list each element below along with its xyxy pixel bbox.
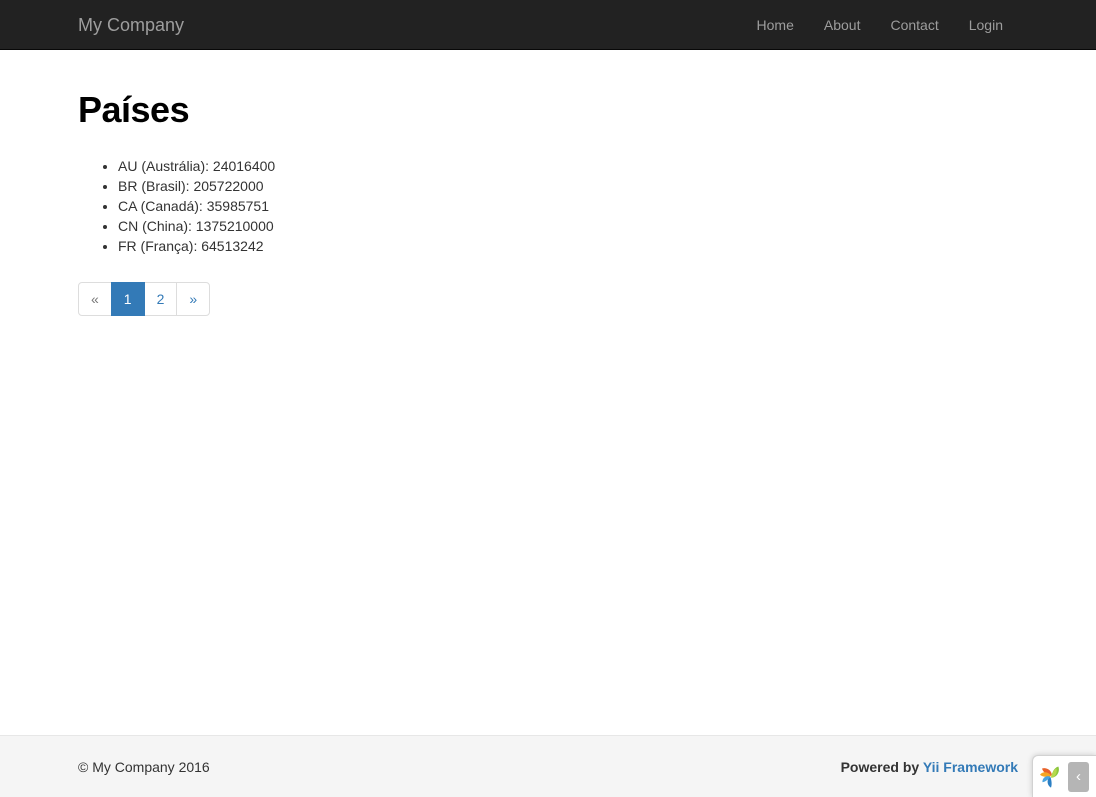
debug-toolbar-toggle-button[interactable]: ‹	[1068, 762, 1089, 792]
pagination-page-1[interactable]: 1	[111, 282, 145, 316]
footer-powered-by: Powered by Yii Framework	[841, 757, 1018, 777]
country-list: AU (Austrália): 24016400 BR (Brasil): 20…	[78, 156, 1018, 256]
pagination-prev[interactable]: «	[78, 282, 112, 316]
yii-leaf-logo-icon[interactable]	[1038, 764, 1064, 790]
list-item: CN (China): 1375210000	[118, 216, 1018, 236]
navbar-nav-list: Home About Contact Login	[742, 0, 1018, 49]
top-navbar: My Company Home About Contact Login	[0, 0, 1096, 50]
pagination: « 1 2 »	[78, 282, 210, 316]
nav-link-home[interactable]: Home	[742, 0, 809, 50]
list-item: FR (França): 64513242	[118, 236, 1018, 256]
list-item: BR (Brasil): 205722000	[118, 176, 1018, 196]
yii-framework-link[interactable]: Yii Framework	[923, 759, 1018, 775]
page-footer: © My Company 2016 Powered by Yii Framewo…	[0, 735, 1096, 797]
navbar-brand-my-company[interactable]: My Company	[78, 0, 184, 50]
nav-link-login[interactable]: Login	[954, 0, 1018, 50]
nav-item-contact: Contact	[875, 0, 953, 49]
nav-item-home: Home	[742, 0, 809, 49]
pagination-item-1: 1	[112, 282, 145, 316]
footer-copyright: © My Company 2016	[78, 757, 210, 777]
list-item: AU (Austrália): 24016400	[118, 156, 1018, 176]
pagination-next[interactable]: »	[176, 282, 210, 316]
footer-container: © My Company 2016 Powered by Yii Framewo…	[0, 736, 1096, 797]
powered-by-text: Powered by	[841, 759, 923, 775]
pagination-item-2: 2	[145, 282, 178, 316]
pagination-item-prev: «	[78, 282, 112, 316]
main-content: Países AU (Austrália): 24016400 BR (Bras…	[0, 50, 1096, 321]
nav-item-about: About	[809, 0, 876, 49]
navbar-container: My Company Home About Contact Login	[0, 0, 1096, 49]
pagination-item-next: »	[177, 282, 210, 316]
nav-link-about[interactable]: About	[809, 0, 876, 50]
nav-link-contact[interactable]: Contact	[875, 0, 953, 50]
page-title: Países	[78, 90, 1018, 130]
yii-debug-toolbar: ‹	[1032, 755, 1096, 797]
pagination-page-2[interactable]: 2	[144, 282, 178, 316]
nav-item-login: Login	[954, 0, 1018, 49]
list-item: CA (Canadá): 35985751	[118, 196, 1018, 216]
